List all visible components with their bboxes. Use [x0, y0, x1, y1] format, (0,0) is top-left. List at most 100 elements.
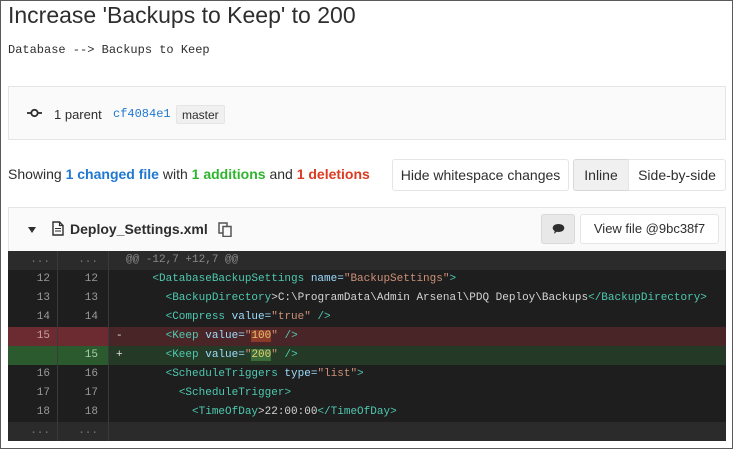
comment-icon — [552, 224, 565, 234]
diff-stats: Showing 1 changed file with 1 additions … — [8, 166, 370, 182]
expand-row: ... ... — [8, 422, 726, 441]
xml-attr: value= — [225, 311, 272, 323]
code-line: <DatabaseBackupSettings name="BackupSett… — [126, 270, 456, 289]
diff-viewer: ... ... @@ -12,7 +12,7 @@ 12 12 <Database… — [8, 251, 726, 441]
changed-files-link[interactable]: 1 changed file — [66, 166, 159, 182]
deletions-count: 1 deletions — [296, 166, 370, 182]
old-line-number[interactable]: 17 — [8, 384, 58, 403]
file-name[interactable]: Deploy_Settings.xml — [70, 221, 208, 237]
new-line-number[interactable] — [58, 327, 109, 346]
xml-value: "list" — [317, 368, 358, 380]
code-line: <ScheduleTriggers type="list"> — [126, 365, 364, 384]
xml-attr: value= — [198, 349, 245, 361]
xml-tag-open: <Compress — [165, 311, 226, 323]
diff-sign: + — [116, 349, 123, 361]
stats-and: and — [269, 166, 293, 182]
new-line-number[interactable]: 16 — [58, 365, 109, 384]
old-line-number[interactable] — [8, 346, 58, 365]
xml-value-quote: " — [271, 330, 278, 342]
code-line: <Keep value="100" /> — [126, 327, 298, 346]
xml-tag-close: /> — [310, 311, 331, 323]
changed-value: 100 — [251, 330, 272, 342]
diff-line: 15 + <Keep value="200" /> — [8, 346, 726, 365]
diff-line: 15- <Keep value="100" /> — [8, 327, 726, 346]
new-line-number[interactable]: 17 — [58, 384, 109, 403]
old-line-ellipsis[interactable]: ... — [8, 422, 58, 441]
xml-value-quote: " — [271, 349, 278, 361]
xml-inner: >22:00:00 — [258, 406, 318, 418]
hunk-header-row: ... ... @@ -12,7 +12,7 @@ — [8, 251, 726, 270]
diff-line: 17 17 <ScheduleTrigger> — [8, 384, 726, 403]
diff-line: 16 16 <ScheduleTriggers type="list"> — [8, 365, 726, 384]
diff-sign — [116, 270, 123, 289]
code-line: <TimeOfDay>22:00:00</TimeOfDay> — [126, 403, 397, 422]
xml-attr: type= — [277, 368, 318, 380]
old-line-number[interactable]: 13 — [8, 289, 58, 308]
xml-attr: name= — [304, 273, 344, 285]
diff-line: 18 18 <TimeOfDay>22:00:00</TimeOfDay> — [8, 403, 726, 422]
diff-sign — [116, 403, 123, 422]
xml-tag-close: </BackupDirectory> — [588, 292, 707, 304]
diff-line: 14 14 <Compress value="true" /> — [8, 308, 726, 327]
stats-prefix: Showing — [8, 166, 62, 182]
new-line-number[interactable]: 14 — [58, 308, 109, 327]
xml-tag-close: > — [357, 368, 364, 380]
old-line-ellipsis[interactable]: ... — [8, 251, 58, 270]
inline-view-button[interactable]: Inline — [573, 159, 629, 191]
view-file-button[interactable]: View file @9bc38f7 — [580, 214, 719, 244]
diff-sign — [116, 308, 123, 327]
xml-value: "true" — [271, 311, 311, 323]
hide-whitespace-button[interactable]: Hide whitespace changes — [392, 159, 569, 191]
additions-count: 1 additions — [191, 166, 266, 182]
xml-value: "BackupSettings" — [343, 273, 450, 285]
xml-tag-close: </TimeOfDay> — [317, 406, 397, 418]
xml-tag-close: /> — [277, 330, 298, 342]
commit-info-box: 1 parent cf4084e1 master — [8, 86, 726, 140]
new-line-number[interactable]: 12 — [58, 270, 109, 289]
code-line: <Compress value="true" /> — [126, 308, 331, 327]
xml-tag-open: <Keep — [165, 330, 199, 342]
hunk-header: @@ -12,7 +12,7 @@ — [126, 254, 239, 266]
new-line-number[interactable]: 13 — [58, 289, 109, 308]
xml-tag-close: /> — [277, 349, 298, 361]
old-line-number[interactable]: 16 — [8, 365, 58, 384]
collapse-caret-icon[interactable] — [28, 227, 36, 233]
xml-tag-open: <ScheduleTriggers — [165, 368, 278, 380]
side-by-side-button[interactable]: Side-by-side — [628, 159, 726, 191]
old-line-number[interactable]: 14 — [8, 308, 58, 327]
commit-icon — [27, 108, 42, 118]
file-header: Deploy_Settings.xml View file @9bc38f7 — [8, 207, 726, 251]
xml-tag-open: <TimeOfDay — [192, 406, 259, 418]
old-line-number[interactable]: 18 — [8, 403, 58, 422]
xml-inner: >C:\ProgramData\Admin Arsenal\PDQ Deploy… — [271, 292, 589, 304]
xml-tag-open: <Keep — [165, 349, 199, 361]
parent-count: 1 parent — [54, 107, 102, 122]
code-line: <Keep value="200" /> — [126, 346, 298, 365]
stats-with: with — [162, 166, 188, 182]
diff-sign — [116, 384, 123, 403]
xml-tag-open: <BackupDirectory — [165, 292, 272, 304]
xml-tag-open: <ScheduleTrigger — [178, 387, 285, 399]
new-line-number[interactable]: 18 — [58, 403, 109, 422]
parent-commit-link[interactable]: cf4084e1 — [113, 107, 171, 121]
code-line: <ScheduleTrigger> — [126, 384, 291, 403]
xml-attr: value= — [198, 330, 245, 342]
old-line-number[interactable]: 12 — [8, 270, 58, 289]
new-line-ellipsis[interactable]: ... — [58, 251, 109, 270]
new-line-ellipsis[interactable]: ... — [58, 422, 109, 441]
diff-line: 13 13 <BackupDirectory>C:\ProgramData\Adm… — [8, 289, 726, 308]
old-line-number[interactable]: 15 — [8, 327, 58, 346]
xml-tag-close: > — [449, 273, 457, 285]
diff-sign: - — [116, 330, 123, 342]
copy-icon[interactable] — [218, 222, 232, 237]
new-line-number[interactable]: 15 — [58, 346, 109, 365]
branch-badge[interactable]: master — [176, 105, 225, 124]
commit-description: Database --> Backups to Keep — [8, 43, 210, 57]
toggle-comments-button[interactable] — [541, 214, 575, 244]
